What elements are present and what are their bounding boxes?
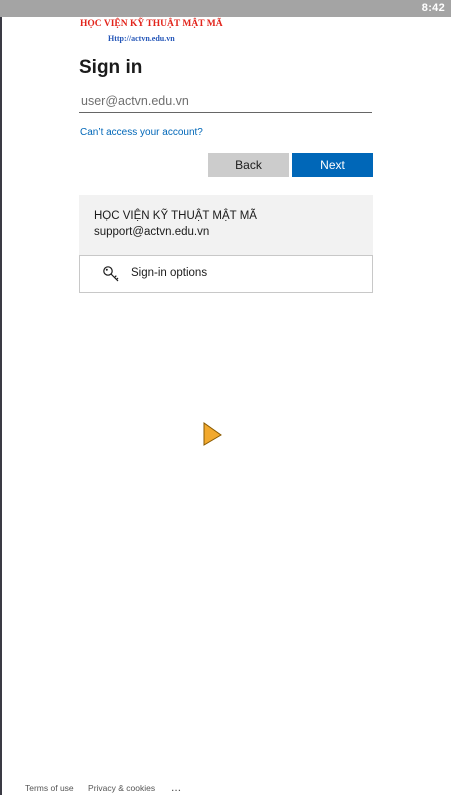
key-icon [102, 265, 120, 283]
email-input[interactable] [79, 89, 372, 113]
status-bar: 8:42 [0, 0, 451, 17]
window-left-edge [0, 0, 2, 795]
mouse-cursor-icon [203, 422, 223, 448]
sign-in-options-button[interactable]: Sign-in options [79, 255, 373, 293]
status-time: 8:42 [421, 2, 445, 14]
page-title: Sign in [79, 57, 143, 78]
banner-title: HỌC VIỆN KỸ THUẬT MẬT MÃ [80, 19, 223, 29]
terms-of-use-link[interactable]: Terms of use [25, 783, 74, 793]
organization-name: HỌC VIỆN KỸ THUẬT MẬT MÃ [94, 210, 257, 222]
banner-url: Http://actvn.edu.vn [108, 34, 175, 43]
privacy-cookies-link[interactable]: Privacy & cookies [88, 783, 155, 793]
organization-panel: HỌC VIỆN KỸ THUẬT MẬT MÃ support@actvn.e… [79, 195, 373, 255]
organization-banner: HỌC VIỆN KỸ THUẬT MẬT MÃ Http://actvn.ed… [80, 19, 240, 47]
sign-in-options-label: Sign-in options [131, 267, 208, 279]
cant-access-account-link[interactable]: Can’t access your account? [80, 127, 203, 138]
footer: Terms of use Privacy & cookies ... [25, 783, 182, 795]
organization-email: support@actvn.edu.vn [94, 226, 210, 238]
next-button[interactable]: Next [292, 153, 373, 177]
more-options-button[interactable]: ... [172, 783, 182, 793]
back-button[interactable]: Back [208, 153, 289, 177]
